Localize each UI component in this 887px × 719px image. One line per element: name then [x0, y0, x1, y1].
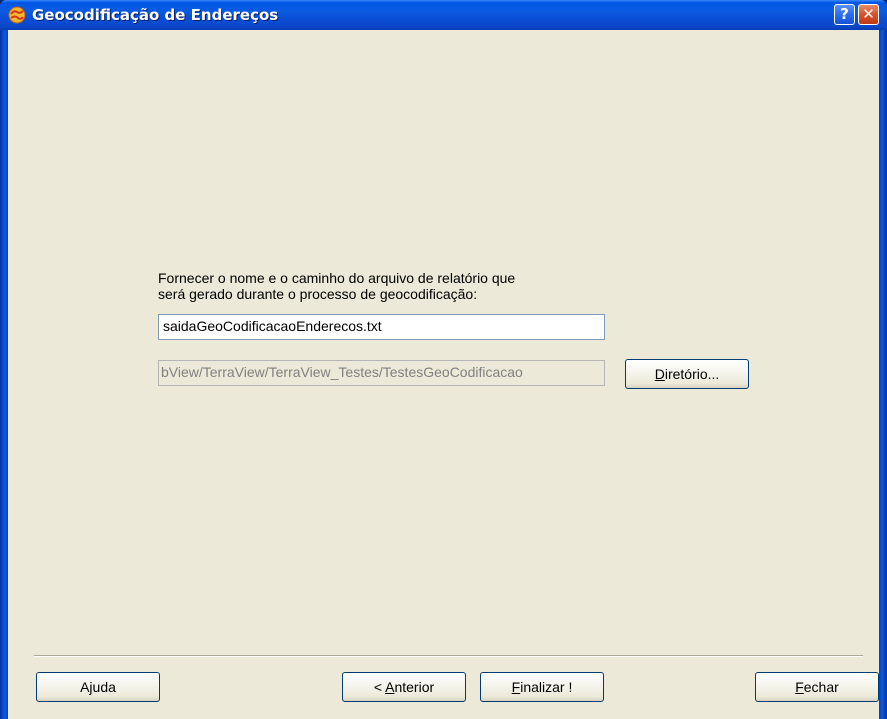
report-filename-input[interactable]: saidaGeoCodificacaoEnderecos.txt [158, 314, 605, 340]
report-directory-field: bView/TerraView/TerraView_Testes/TestesG… [158, 360, 605, 386]
directory-button-label: iretório... [664, 366, 720, 382]
help-question-icon[interactable]: ? [834, 4, 855, 25]
close-button-label: echar [803, 679, 839, 695]
terraview-globe-icon [8, 6, 26, 24]
previous-button[interactable]: < Anterior [342, 672, 466, 702]
dialog-body: Fornecer o nome e o caminho do arquivo d… [8, 30, 879, 719]
finish-button-mnemonic: F [511, 679, 521, 695]
previous-button-pre: < [373, 679, 386, 695]
window-title: Geocodificação de Endereços [32, 6, 279, 24]
directory-button[interactable]: Diretório... [625, 359, 749, 389]
footer-divider [34, 655, 863, 657]
report-path-prompt: Fornecer o nome e o caminho do arquivo d… [158, 270, 515, 302]
dialog-window: Geocodificação de Endereços ? ✕ Fornecer… [0, 0, 887, 719]
window-frame-right [879, 30, 887, 719]
directory-button-mnemonic: D [654, 366, 665, 382]
close-button-mnemonic: F [795, 679, 804, 695]
close-x-icon[interactable]: ✕ [858, 4, 879, 25]
help-button-label: uda [92, 679, 116, 695]
finish-button[interactable]: Finalizar ! [480, 672, 604, 702]
prompt-line-1: Fornecer o nome e o caminho do arquivo d… [158, 270, 516, 286]
close-button[interactable]: Fechar [755, 672, 879, 702]
window-frame-left [0, 30, 8, 719]
previous-button-label: nterior [394, 679, 435, 695]
help-button[interactable]: Ajuda [36, 672, 160, 702]
finish-button-label: inalizar ! [520, 679, 573, 695]
title-bar[interactable]: Geocodificação de Endereços ? ✕ [0, 0, 887, 30]
prompt-line-2: será gerado durante o processo de geocod… [158, 286, 478, 302]
